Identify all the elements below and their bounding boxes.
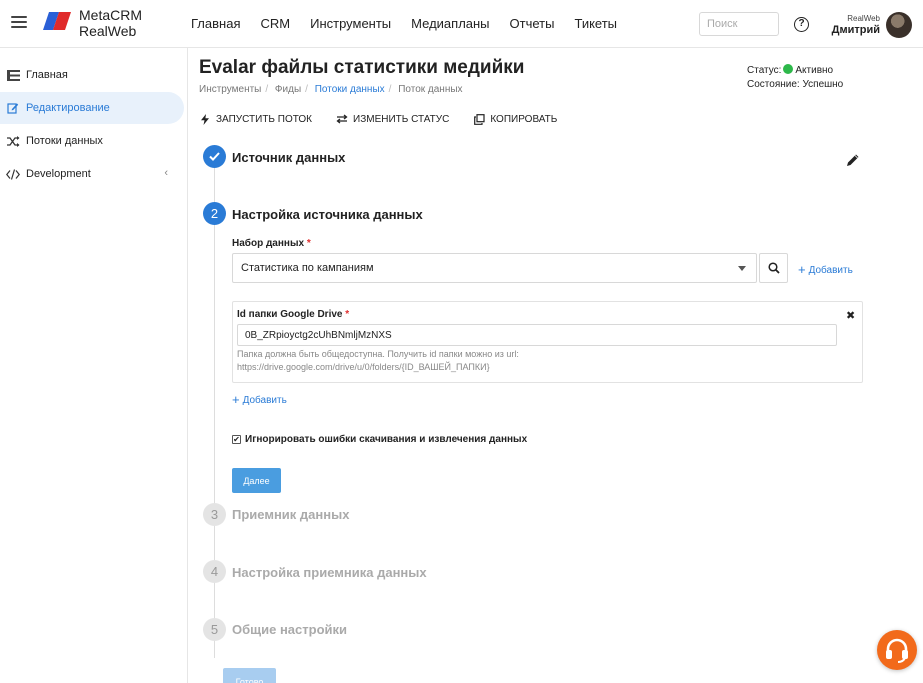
sidebar-item-label: Главная — [26, 69, 68, 81]
dataset-label-text: Набор данных — [232, 238, 305, 249]
main-nav: Главная CRM Инструменты Медиапланы Отчет… — [191, 16, 637, 31]
next-button[interactable]: Далее — [232, 468, 281, 493]
sidebar: Главная Редактирование Потоки данных Dev… — [0, 48, 188, 683]
change-status-button[interactable]: ИЗМЕНИТЬ СТАТУС — [336, 113, 449, 125]
status-dot-icon — [783, 64, 794, 74]
drive-hint-line-1: Папка должна быть общедоступна. Получить… — [237, 349, 519, 359]
logo-icon[interactable] — [43, 12, 71, 30]
check-icon — [203, 145, 226, 168]
step-title-source[interactable]: Источник данных — [232, 150, 345, 165]
sidebar-item-label: Потоки данных — [26, 135, 103, 147]
user-name[interactable]: Дмитрий — [832, 24, 880, 36]
copy-icon — [473, 113, 485, 125]
help-icon[interactable]: ? — [794, 17, 809, 32]
state-label: Состояние: — [747, 79, 800, 90]
sidebar-item-label: Редактирование — [26, 102, 110, 114]
sidebar-item-home[interactable]: Главная — [0, 59, 184, 91]
step-title-source-settings[interactable]: Настройка источника данных — [232, 207, 423, 222]
ignore-errors-checkbox[interactable]: ✔ — [232, 435, 241, 444]
code-icon — [6, 167, 20, 181]
page-title: Evalar файлы статистики медийки — [199, 57, 525, 78]
step-title-destination-settings[interactable]: Настройка приемника данных — [232, 565, 427, 580]
step-number: 2 — [203, 202, 226, 225]
step-number: 3 — [203, 503, 226, 526]
user-org: RealWeb — [847, 14, 880, 23]
chevron-left-icon: ‹ — [164, 167, 168, 179]
pencil-icon[interactable] — [846, 153, 860, 167]
add-dataset-link[interactable]: + Добавить — [798, 262, 853, 277]
swap-icon — [336, 113, 348, 125]
plus-icon: + — [798, 262, 806, 277]
ignore-errors-label[interactable]: Игнорировать ошибки скачивания и извлече… — [245, 434, 527, 445]
action-bar: ЗАПУСТИТЬ ПОТОК ИЗМЕНИТЬ СТАТУС КОПИРОВА… — [199, 113, 581, 125]
nav-home[interactable]: Главная — [191, 16, 240, 31]
shuffle-icon — [6, 134, 20, 148]
add-folder-link[interactable]: + Добавить — [232, 392, 287, 407]
support-button[interactable] — [877, 630, 917, 670]
brand-name[interactable]: MetaCRM RealWeb — [79, 7, 142, 39]
avatar[interactable] — [886, 12, 912, 38]
edit-icon — [6, 101, 20, 115]
nav-crm[interactable]: CRM — [260, 16, 290, 31]
sidebar-item-edit[interactable]: Редактирование — [0, 92, 184, 124]
list-icon — [6, 68, 20, 82]
change-status-label: ИЗМЕНИТЬ СТАТУС — [353, 113, 450, 125]
drive-folder-label-text: Id папки Google Drive — [237, 309, 343, 320]
plus-icon: + — [232, 392, 240, 407]
nav-tools[interactable]: Инструменты — [310, 16, 391, 31]
nav-reports[interactable]: Отчеты — [510, 16, 555, 31]
breadcrumb: Инструменты / Фиды / Потоки данных / Поток … — [199, 84, 463, 95]
bolt-icon — [199, 113, 211, 125]
brand-line-2: RealWeb — [79, 23, 137, 39]
breadcrumb-item[interactable]: Потоки данных — [315, 84, 385, 95]
dataset-label: Набор данных * — [232, 238, 311, 249]
sidebar-item-data-streams[interactable]: Потоки данных — [0, 125, 184, 157]
dataset-search-button[interactable] — [759, 253, 788, 283]
drive-folder-label: Id папки Google Drive * — [237, 309, 350, 320]
run-stream-button[interactable]: ЗАПУСТИТЬ ПОТОК — [199, 113, 312, 125]
copy-label: КОПИРОВАТЬ — [490, 113, 558, 125]
menu-icon[interactable] — [11, 16, 27, 30]
copy-button[interactable]: КОПИРОВАТЬ — [473, 113, 557, 125]
done-button[interactable]: Готово — [223, 668, 276, 683]
step-title-general-settings[interactable]: Общие настройки — [232, 622, 347, 637]
add-folder-label: Добавить — [242, 395, 287, 406]
run-stream-label: ЗАПУСТИТЬ ПОТОК — [216, 113, 313, 125]
top-bar: MetaCRM RealWeb Главная CRM Инструменты … — [0, 0, 923, 48]
sidebar-item-label: Development — [26, 168, 91, 180]
status-label: Статус: — [747, 65, 782, 76]
add-dataset-label: Добавить — [808, 265, 853, 276]
dataset-select-value: Статистика по кампаниям — [241, 262, 374, 274]
breadcrumb-item: Поток данных — [398, 84, 463, 95]
search-icon — [767, 262, 780, 274]
caret-down-icon — [738, 266, 746, 271]
drive-hint-line-2: https://drive.google.com/drive/u/0/folde… — [237, 362, 490, 372]
breadcrumb-item[interactable]: Фиды — [275, 84, 301, 95]
headset-icon — [886, 638, 908, 663]
drive-folder-hint: Папка должна быть общедоступна. Получить… — [237, 348, 837, 374]
nav-tickets[interactable]: Тикеты — [574, 16, 617, 31]
step-number: 5 — [203, 618, 226, 641]
status-block: Статус: Активно Состояние: Успешно — [747, 64, 843, 92]
state-value: Успешно — [802, 79, 844, 90]
dataset-select[interactable]: Статистика по кампаниям — [232, 253, 757, 283]
search-input[interactable] — [699, 12, 779, 36]
stepper-line — [214, 168, 215, 658]
breadcrumb-item[interactable]: Инструменты — [199, 84, 261, 95]
step-number: 4 — [203, 560, 226, 583]
nav-mediaplans[interactable]: Медиапланы — [411, 16, 489, 31]
brand-line-1: MetaCRM — [79, 7, 143, 23]
sidebar-item-development[interactable]: Development ‹ — [0, 158, 184, 190]
drive-folder-id-input[interactable] — [237, 324, 837, 346]
close-icon[interactable]: ✖ — [846, 309, 855, 322]
step-title-destination[interactable]: Приемник данных — [232, 507, 349, 522]
status-badge: Активно — [795, 65, 834, 76]
